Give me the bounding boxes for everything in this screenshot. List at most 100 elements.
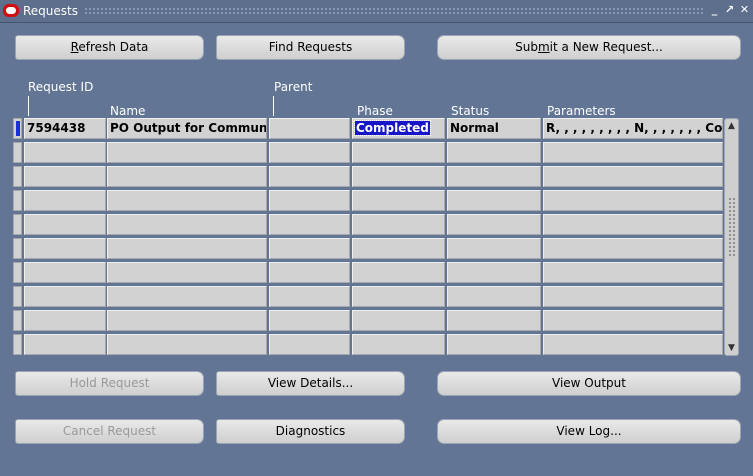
cell-status[interactable]	[447, 334, 541, 355]
cell-status[interactable]	[447, 310, 541, 331]
cell-name[interactable]	[107, 166, 267, 187]
cell-request-id[interactable]	[24, 166, 106, 187]
cell-name[interactable]: PO Output for Communic	[107, 118, 267, 139]
cell-status[interactable]	[447, 262, 541, 283]
cell-name[interactable]	[107, 142, 267, 163]
view-details-button[interactable]: View Details...	[216, 371, 405, 396]
cell-parameters[interactable]	[543, 190, 723, 211]
cell-parameters[interactable]	[543, 142, 723, 163]
row-selector[interactable]	[13, 238, 22, 259]
cell-name[interactable]	[107, 238, 267, 259]
cell-parent[interactable]	[269, 334, 350, 355]
table-row[interactable]: 7594438 PO Output for Communic Completed No…	[13, 118, 723, 140]
cell-parameters[interactable]	[543, 238, 723, 259]
cell-parent[interactable]	[269, 190, 350, 211]
row-selector[interactable]	[13, 190, 22, 211]
cell-request-id[interactable]	[24, 262, 106, 283]
submit-new-request-button[interactable]: Submit a New Request...	[437, 35, 741, 60]
hold-request-button[interactable]: Hold Request	[15, 371, 204, 396]
cell-request-id[interactable]	[24, 214, 106, 235]
row-selector[interactable]	[13, 142, 22, 163]
view-output-button[interactable]: View Output	[437, 371, 741, 396]
table-row[interactable]	[13, 214, 723, 236]
cell-parent[interactable]	[269, 166, 350, 187]
cell-parameters[interactable]	[543, 214, 723, 235]
cell-phase[interactable]	[352, 166, 445, 187]
cell-status[interactable]	[447, 190, 541, 211]
cell-phase[interactable]	[352, 142, 445, 163]
cell-name[interactable]	[107, 262, 267, 283]
row-selector[interactable]	[13, 310, 22, 331]
cell-parent[interactable]	[269, 214, 350, 235]
table-row[interactable]	[13, 238, 723, 260]
scroll-thumb[interactable]	[728, 197, 735, 257]
cell-request-id[interactable]	[24, 238, 106, 259]
cell-parameters[interactable]	[543, 286, 723, 307]
cell-parent[interactable]	[269, 238, 350, 259]
maximize-icon[interactable]: ↗	[723, 3, 736, 17]
refresh-data-button[interactable]: Refresh Data	[15, 35, 204, 60]
cell-name[interactable]	[107, 214, 267, 235]
cell-parameters[interactable]	[543, 310, 723, 331]
cancel-request-button[interactable]: Cancel Request	[15, 419, 204, 444]
header-phase: Phase	[357, 104, 393, 118]
cell-parameters[interactable]	[543, 262, 723, 283]
row-selector[interactable]	[13, 118, 22, 139]
minimize-icon[interactable]: _	[708, 3, 721, 17]
row-selector[interactable]	[13, 286, 22, 307]
cell-status[interactable]	[447, 166, 541, 187]
cell-phase[interactable]: Completed	[352, 118, 445, 139]
cell-phase[interactable]	[352, 238, 445, 259]
cell-phase[interactable]	[352, 262, 445, 283]
cell-parent[interactable]	[269, 310, 350, 331]
header-status: Status	[451, 104, 490, 118]
table-row[interactable]	[13, 166, 723, 188]
cell-phase[interactable]	[352, 310, 445, 331]
scroll-up-icon[interactable]: ▲	[725, 119, 738, 133]
table-row[interactable]	[13, 286, 723, 308]
cell-request-id[interactable]	[24, 190, 106, 211]
cell-parent[interactable]	[269, 286, 350, 307]
cell-request-id[interactable]	[24, 334, 106, 355]
cell-request-id[interactable]	[24, 310, 106, 331]
cell-name[interactable]	[107, 334, 267, 355]
cell-request-id[interactable]	[24, 286, 106, 307]
cell-phase[interactable]	[352, 334, 445, 355]
cell-parent[interactable]	[269, 118, 350, 139]
row-selector[interactable]	[13, 214, 22, 235]
table-row[interactable]	[13, 334, 723, 356]
cell-parameters[interactable]	[543, 166, 723, 187]
cell-status[interactable]	[447, 142, 541, 163]
cell-parent[interactable]	[269, 262, 350, 283]
table-row[interactable]	[13, 142, 723, 164]
cell-status[interactable]	[447, 238, 541, 259]
cell-status[interactable]	[447, 214, 541, 235]
diagnostics-button[interactable]: Diagnostics	[216, 419, 405, 444]
cell-status[interactable]: Normal	[447, 118, 541, 139]
cell-phase[interactable]	[352, 286, 445, 307]
header-name: Name	[110, 104, 146, 118]
header-divider	[28, 96, 29, 116]
table-row[interactable]	[13, 310, 723, 332]
cell-phase[interactable]	[352, 214, 445, 235]
table-row[interactable]	[13, 262, 723, 284]
find-requests-button[interactable]: Find Requests	[216, 35, 405, 60]
table-row[interactable]	[13, 190, 723, 212]
cell-request-id[interactable]: 7594438	[24, 118, 106, 139]
row-selector[interactable]	[13, 166, 22, 187]
row-selector[interactable]	[13, 262, 22, 283]
cell-parameters[interactable]: R, , , , , , , , , N, , , , , , , Com	[543, 118, 723, 139]
cell-name[interactable]	[107, 310, 267, 331]
cell-name[interactable]	[107, 190, 267, 211]
cell-request-id[interactable]	[24, 142, 106, 163]
cell-phase[interactable]	[352, 190, 445, 211]
table-vertical-scrollbar[interactable]: ▲ ▼	[724, 118, 739, 356]
cell-parameters[interactable]	[543, 334, 723, 355]
close-icon[interactable]: ✕	[738, 3, 751, 17]
view-log-button[interactable]: View Log...	[437, 419, 741, 444]
cell-status[interactable]	[447, 286, 541, 307]
cell-name[interactable]	[107, 286, 267, 307]
cell-parent[interactable]	[269, 142, 350, 163]
scroll-down-icon[interactable]: ▼	[725, 341, 738, 355]
row-selector[interactable]	[13, 334, 22, 355]
